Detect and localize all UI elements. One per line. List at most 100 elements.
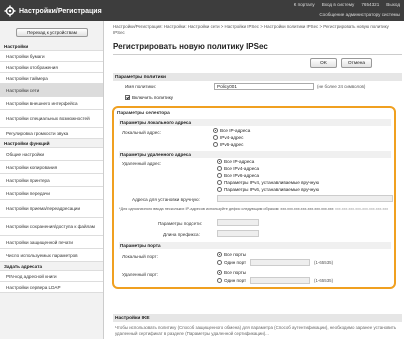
remote-ipv6-radio[interactable]: Все IPv6-адреса (217, 173, 259, 178)
sidebar-item[interactable]: Регулировка громкости звука (0, 128, 103, 139)
sidebar-item[interactable]: Настройки сервера LDAP (0, 282, 103, 293)
sidebar-section-header: Настройки (0, 42, 103, 51)
sidebar-item[interactable]: Настройки внешнего интерфейса (0, 97, 103, 110)
radio-icon (217, 180, 222, 185)
ike-section-title: Настройки IKE (113, 314, 402, 322)
remote-port-all-label: Все порты (224, 270, 247, 275)
policy-name-label: Имя политики: (125, 84, 156, 89)
manual-address-label: Адреса для установки вручную: (132, 197, 200, 202)
sidebar-item[interactable]: Настройки сохранения/доступа к файлам (0, 218, 103, 236)
remote-all-label: Все IP-адреса (224, 159, 255, 164)
checkbox-checked-icon (125, 95, 130, 100)
sidebar-item[interactable]: Настройки принтера (0, 174, 103, 187)
ike-description: Чтобы использовать политику (Способ защи… (115, 325, 397, 336)
policy-name-hint: (не более 24 символов) (317, 84, 366, 89)
radio-icon (217, 173, 222, 178)
sidebar-item[interactable]: Настройки приема/переадресации (0, 200, 103, 218)
local-port-range: (1-65535) (314, 260, 334, 265)
local-ipv4-label: IPv4-адрес (220, 135, 244, 140)
radio-icon (217, 278, 222, 283)
radio-icon (217, 260, 222, 265)
radio-selected-icon (217, 270, 222, 275)
sidebar-item[interactable]: Настройки передачи (0, 187, 103, 200)
policy-section-title: Параметры политики (113, 73, 402, 81)
portal-link[interactable]: К порталу (294, 2, 315, 7)
remote-port-range: (1-65535) (314, 278, 334, 283)
remote-port-all-radio[interactable]: Все порты (217, 270, 246, 275)
title-divider (113, 54, 402, 55)
radio-selected-icon (217, 159, 222, 164)
remote-port-input[interactable] (250, 277, 310, 284)
remote-ipv6-label: Все IPv6-адреса (224, 173, 260, 178)
sidebar-section-header: Задать адресата (0, 262, 103, 271)
local-port-label: Локальный порт: (122, 254, 158, 259)
manual-address-input[interactable] (217, 195, 393, 202)
remote-port-one-label: Один порт (224, 278, 247, 283)
admin-message-link[interactable]: Сообщение администратору системы (319, 12, 400, 17)
sidebar-item[interactable]: Настройки бумаги (0, 51, 103, 62)
local-port-all-label: Все порты (224, 252, 247, 257)
app-brand: Настройки/Регистрация (4, 4, 102, 18)
prefix-length-label: Длина префикса: (163, 232, 200, 237)
radio-selected-icon (217, 252, 222, 257)
manual-address-note: *Для однозначного ввода нескольких IP-ад… (119, 207, 334, 211)
sidebar-item[interactable]: Настройки сети (0, 84, 103, 97)
local-port-all-radio[interactable]: Все порты (217, 252, 246, 257)
radio-icon (213, 142, 218, 147)
local-address-label: Локальный адрес: (122, 130, 161, 135)
enable-policy-checkbox[interactable]: Включить политику (125, 95, 173, 100)
sidebar-item[interactable]: Настройки специальных возможностей (0, 110, 103, 128)
remote-address-subtitle: Параметры удаленного адреса (119, 151, 391, 158)
settings-gear-icon (4, 5, 16, 17)
remote-port-label: Удаленный порт: (122, 272, 159, 277)
policy-name-input[interactable]: Policy001 (214, 83, 314, 90)
page-title: Регистрировать новую политику IPSec (113, 42, 268, 51)
remote-ipv4-label: Все IPv4-адреса (224, 166, 260, 171)
local-port-one-radio[interactable]: Один порт (217, 260, 246, 265)
sidebar-item[interactable]: Число используемых параметров (0, 249, 103, 262)
remote-manual-ipv6-radio[interactable]: Параметры IPv6, устанавливаемые вручную (217, 187, 319, 192)
selector-section-title: Параметры селектора (117, 111, 170, 116)
app-title: Настройки/Регистрация (19, 7, 102, 15)
top-bar: Настройки/Регистрация К порталу Вход в с… (0, 0, 404, 21)
sidebar-item[interactable]: Настройки таймера (0, 73, 103, 84)
local-ipv4-radio[interactable]: IPv4-адрес (213, 135, 243, 140)
remote-all-radio[interactable]: Все IP-адреса (217, 159, 254, 164)
enable-policy-label: Включить политику (132, 95, 174, 100)
local-address-subtitle: Параметры локального адреса (119, 119, 391, 126)
sidebar: Перехад к устройствам Настройки Настройки… (0, 21, 104, 339)
local-port-input[interactable] (250, 259, 310, 266)
local-all-radio[interactable]: Все IP-адреса (213, 128, 250, 133)
local-ipv6-label: IPv6-адрес (220, 142, 244, 147)
cancel-button[interactable]: Отмена (341, 58, 372, 68)
sidebar-item[interactable]: Настройки копирования (0, 161, 103, 174)
port-subtitle: Параметры порта (119, 242, 391, 249)
manual-address-note-extra: xxx.xxx.xxx.xxx-xxx.xxx.xxx.xxx (335, 207, 389, 211)
top-links: К порталу Вход в систему 7654321 Выход (294, 2, 400, 7)
radio-icon (217, 166, 222, 171)
remote-manual-ipv6-label: Параметры IPv6, устанавливаемые вручную (224, 187, 320, 192)
prefix-length-input[interactable] (217, 230, 259, 237)
ok-button[interactable]: OK (310, 58, 337, 68)
sidebar-item[interactable]: PIN-код адресной книги (0, 271, 103, 282)
sidebar-menu: Настройки Настройки бумаги Настройки отобр… (0, 42, 103, 293)
sidebar-item[interactable]: Настройки защищенной печати (0, 236, 103, 249)
remote-ipv4-radio[interactable]: Все IPv4-адреса (217, 166, 259, 171)
remote-manual-ipv4-radio[interactable]: Параметры IPv4, устанавливаемые вручную (217, 180, 319, 185)
login-label: Вход в систему (321, 2, 355, 7)
sidebar-item[interactable]: Общие настройки (0, 148, 103, 161)
subnet-label: Параметры подсети: (158, 221, 203, 226)
remote-address-label: Удаленный адрес: (122, 161, 162, 166)
remote-port-one-radio[interactable]: Один порт (217, 278, 246, 283)
subnet-input[interactable] (217, 219, 259, 226)
radio-selected-icon (213, 128, 218, 133)
breadcrumb: Настройки/Регистрация: Настройки: Настро… (113, 24, 389, 35)
local-all-label: Все IP-адреса (220, 128, 251, 133)
user-id: 7654321 (361, 2, 380, 7)
radio-icon (217, 187, 222, 192)
remote-manual-ipv4-label: Параметры IPv4, устанавливаемые вручную (224, 180, 320, 185)
sidebar-item[interactable]: Настройки отображения (0, 62, 103, 73)
to-device-button[interactable]: Перехад к устройствам (16, 28, 88, 37)
logout-link[interactable]: Выход (386, 2, 400, 7)
local-ipv6-radio[interactable]: IPv6-адрес (213, 142, 243, 147)
